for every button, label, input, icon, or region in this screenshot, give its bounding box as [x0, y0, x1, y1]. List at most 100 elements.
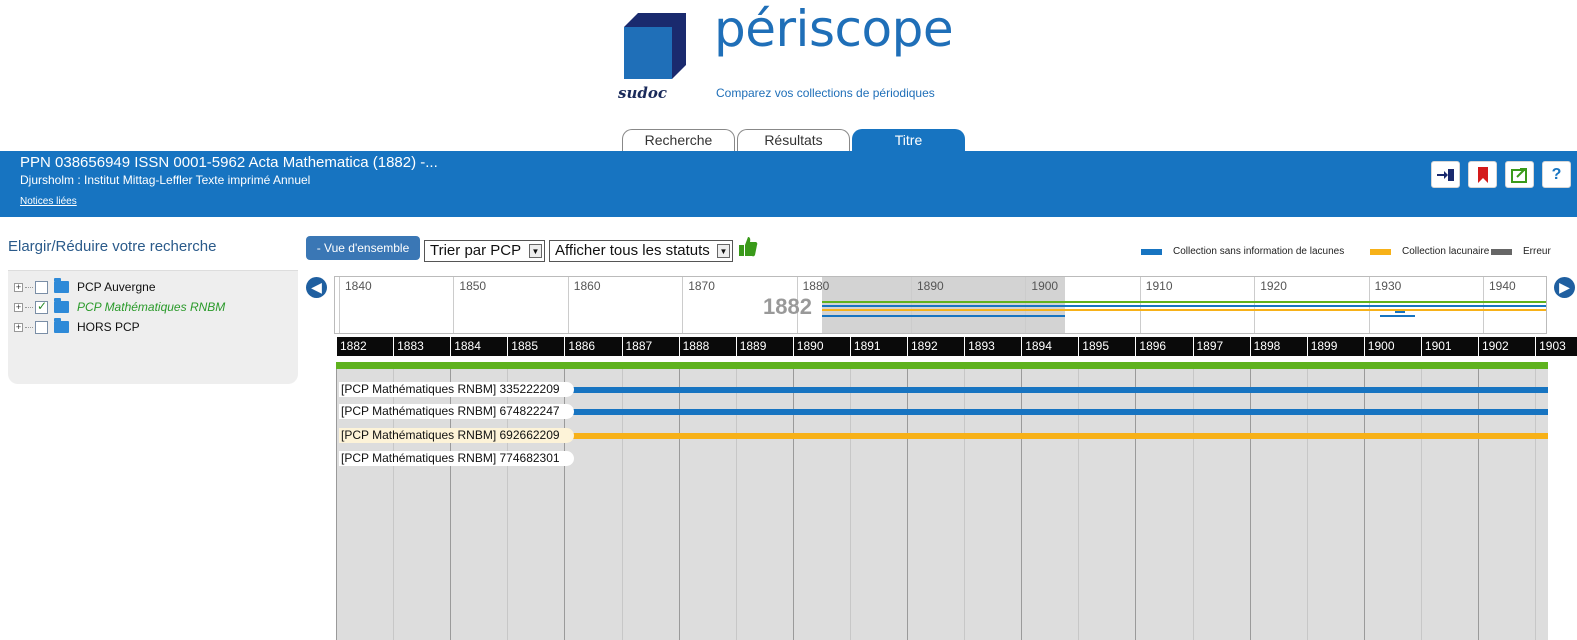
- expand-icon[interactable]: +: [14, 302, 23, 312]
- legend-label: Erreur: [1523, 246, 1551, 257]
- overview-button[interactable]: - Vue d'ensemble: [306, 236, 420, 260]
- year-cell[interactable]: 1886: [564, 337, 621, 356]
- overview-coverage-line: [1065, 301, 1546, 303]
- year-cell[interactable]: 1893: [964, 337, 1021, 356]
- status-select-value: Afficher tous les statuts: [555, 242, 710, 259]
- overview-coverage-line: [822, 305, 1065, 307]
- folder-icon: [54, 318, 69, 333]
- export-icon: [1510, 167, 1527, 183]
- year-cell[interactable]: 1903: [1535, 337, 1577, 356]
- tab-titre[interactable]: Titre: [852, 129, 965, 152]
- chevron-down-icon: ▼: [717, 244, 730, 258]
- pcp-tree: + PCP Auvergne + PCP Mathématiques RNBM …: [8, 270, 298, 384]
- folder-icon: [54, 298, 69, 313]
- collection-label[interactable]: [PCP Mathématiques RNBM] 692662209: [339, 428, 574, 443]
- overview-coverage-line: [822, 309, 1065, 311]
- overview-tick-label: 1840: [339, 277, 372, 333]
- collection-label[interactable]: [PCP Mathématiques RNBM] 674822247: [339, 404, 574, 419]
- legend-item-erreur: Erreur: [1491, 246, 1551, 257]
- year-cell[interactable]: 1888: [678, 337, 736, 356]
- export-button[interactable]: [1505, 161, 1534, 188]
- header-actions: ?: [1431, 161, 1571, 188]
- title-coverage-band: [336, 362, 1548, 369]
- year-cell[interactable]: 1897: [1192, 337, 1250, 356]
- pcp-auvergne-checkbox[interactable]: [35, 280, 48, 294]
- legend-swatch-grey: [1491, 248, 1512, 255]
- title-header: PPN 038656949 ISSN 0001-5962 Acta Mathem…: [0, 151, 1577, 217]
- legend-label: Collection lacunaire: [1402, 246, 1490, 257]
- thumbs-up-icon[interactable]: [738, 236, 758, 258]
- expand-icon[interactable]: +: [14, 282, 23, 292]
- legend-item-sans-lacunes: Collection sans information de lacunes: [1141, 246, 1344, 257]
- year-cell[interactable]: 1883: [393, 337, 450, 356]
- collection-label[interactable]: [PCP Mathématiques RNBM] 335222209: [339, 382, 574, 397]
- bookmark-icon: [1477, 166, 1488, 183]
- folder-icon: [54, 278, 69, 293]
- login-button[interactable]: [1431, 161, 1460, 188]
- legend-swatch-blue: [1141, 248, 1162, 255]
- tree-item-label[interactable]: PCP Mathématiques RNBM: [77, 300, 225, 314]
- arrow-left-icon: ◀: [311, 279, 322, 295]
- year-cell[interactable]: 1896: [1135, 337, 1192, 356]
- overview-coverage-line: [1065, 305, 1546, 307]
- sudoc-cube-icon: [624, 13, 686, 79]
- year-cell[interactable]: 1882: [336, 337, 393, 356]
- help-icon: ?: [1551, 165, 1562, 183]
- periscope-wordmark: périscope: [714, 0, 954, 58]
- year-cell[interactable]: 1885: [507, 337, 564, 356]
- overview-coverage-line: [822, 315, 1065, 317]
- tab-recherche[interactable]: Recherche: [622, 129, 735, 152]
- collection-bar[interactable]: [560, 409, 1548, 415]
- year-cell[interactable]: 1902: [1478, 337, 1535, 356]
- expand-icon[interactable]: +: [14, 322, 23, 332]
- login-icon: [1436, 168, 1454, 181]
- year-cell[interactable]: 1899: [1306, 337, 1364, 356]
- year-cell[interactable]: 1901: [1420, 337, 1478, 356]
- grid-line: [336, 369, 337, 640]
- tree-item-pcp-auvergne: + PCP Auvergne: [14, 278, 156, 296]
- logo-tagline: Comparez vos collections de périodiques: [716, 86, 935, 100]
- main-tabs: Recherche Résultats Titre: [622, 129, 965, 152]
- timeline-overview[interactable]: 1840 1850 1860 1870 1880 1890 1900 1910 1920 1930…: [334, 276, 1547, 334]
- tab-resultats[interactable]: Résultats: [737, 129, 850, 152]
- overview-coverage-line: [1395, 311, 1405, 313]
- year-cell[interactable]: 1895: [1078, 337, 1135, 356]
- timeline-years-bar: 1882 1883 1884 1885 1886 1887 1888 1889 1890 1891…: [336, 337, 1577, 356]
- pcp-mathematiques-checkbox[interactable]: [35, 299, 48, 314]
- year-cell[interactable]: 1894: [1021, 337, 1078, 356]
- overview-tick-label: 1850: [453, 277, 486, 333]
- help-button[interactable]: ?: [1542, 161, 1571, 188]
- periscope-logo: sudoc périscope Comparez vos collections…: [618, 0, 978, 103]
- timeline-prev-button[interactable]: ◀: [306, 277, 327, 298]
- sort-select-value: Trier par PCP: [430, 242, 522, 259]
- overview-tick-label: 1870: [682, 277, 715, 333]
- legend-swatch-orange: [1370, 248, 1391, 255]
- year-cell[interactable]: 1898: [1249, 337, 1307, 356]
- collection-bar[interactable]: [560, 433, 1548, 439]
- year-cell[interactable]: 1889: [735, 337, 793, 356]
- overview-coverage-line: [1065, 309, 1546, 311]
- timeline-next-button[interactable]: ▶: [1554, 277, 1575, 298]
- chevron-down-icon: ▼: [529, 244, 542, 258]
- sudoc-wordmark: sudoc: [618, 84, 667, 102]
- hors-pcp-checkbox[interactable]: [35, 320, 48, 334]
- record-subtitle: Djursholm : Institut Mittag-Leffler Text…: [20, 173, 311, 187]
- arrow-right-icon: ▶: [1559, 279, 1570, 295]
- sort-select[interactable]: Trier par PCP ▼: [424, 240, 545, 262]
- tree-item-label[interactable]: PCP Auvergne: [77, 280, 156, 294]
- collection-bar[interactable]: [560, 387, 1548, 393]
- refine-search-title: Elargir/Réduire votre recherche: [8, 238, 217, 255]
- year-cell[interactable]: 1884: [450, 337, 507, 356]
- year-cell[interactable]: 1900: [1363, 337, 1421, 356]
- overview-tick-label: 1860: [567, 277, 601, 333]
- collection-label[interactable]: [PCP Mathématiques RNBM] 774682301: [339, 451, 574, 466]
- year-cell[interactable]: 1891: [849, 337, 907, 356]
- status-select[interactable]: Afficher tous les statuts ▼: [549, 240, 733, 262]
- bookmark-button[interactable]: [1468, 161, 1497, 188]
- year-cell[interactable]: 1890: [792, 337, 850, 356]
- notices-liees-link[interactable]: Notices liées: [20, 196, 77, 207]
- year-cell[interactable]: 1887: [621, 337, 679, 356]
- year-cell[interactable]: 1892: [907, 337, 964, 356]
- selected-year-label: 1882: [763, 294, 812, 319]
- tree-item-label[interactable]: HORS PCP: [77, 320, 140, 334]
